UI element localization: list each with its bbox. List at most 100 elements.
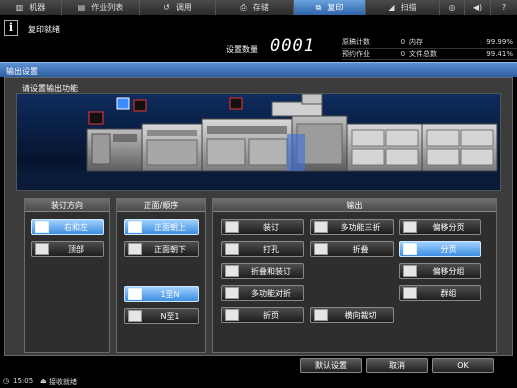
face-down-button[interactable]: 正面朝下 — [124, 241, 199, 257]
face-up-icon — [128, 221, 142, 233]
button-label: 偏移分组 — [432, 266, 465, 276]
clock-icon: ◷ — [3, 377, 10, 385]
button-label: N至1 — [160, 311, 180, 321]
button-label: 装订 — [263, 222, 279, 232]
counter-value: 99.99% — [460, 37, 517, 49]
offset-page-button[interactable]: 偏移分页 — [399, 219, 481, 235]
status-bar: ◷ 15:05 ⏏ 接收就绪 — [0, 375, 517, 388]
counter-table: 原稿计数 0 内存 99.99% 预约作业 0 文件总数 99.41% — [342, 37, 517, 60]
tab-label: 扫描 — [400, 3, 417, 12]
multi-trifold-button[interactable]: 多功能三折 — [310, 219, 394, 235]
button-label: 右和左 — [64, 222, 88, 232]
button-label: 多功能对折 — [251, 288, 291, 298]
trim-fold-button[interactable]: 折页 — [221, 307, 304, 323]
button-label: 顶部 — [68, 244, 84, 254]
counter-value: 99.41% — [460, 48, 517, 60]
info-icon: i — [4, 20, 18, 36]
counter-row: 预约作业 0 文件总数 99.41% — [342, 48, 517, 60]
tab-label: 存储 — [252, 3, 269, 12]
fold-staple-icon — [225, 265, 239, 277]
tab-copy[interactable]: ⧉ 复印 — [294, 0, 366, 15]
counter-label: 文件总数 — [409, 48, 461, 60]
job-list-icon: ▤ — [77, 3, 86, 12]
cross-cut-icon — [314, 309, 328, 321]
offset-group-icon — [403, 265, 417, 277]
trifold-icon — [314, 221, 328, 233]
offset-page-icon — [403, 221, 417, 233]
half-fold-icon — [225, 287, 239, 299]
status-area: i 复印就绪 设置数量 0001 原稿计数 0 内存 99.99% 预约作业 0… — [0, 15, 517, 62]
globe-button[interactable]: ◎ — [440, 0, 465, 15]
book-left-right-icon — [35, 221, 49, 233]
button-label: 折叠 — [352, 244, 369, 254]
help-button[interactable]: ? — [491, 0, 517, 15]
copies-label: 设置数量 — [226, 45, 258, 54]
trim-fold-icon — [225, 309, 239, 321]
order-n-to-1-button[interactable]: N至1 — [124, 308, 199, 324]
clock-time: 15:05 — [13, 377, 34, 385]
cross-cut-button[interactable]: 横向裁切 — [310, 307, 394, 323]
button-label: 正面朝上 — [154, 222, 186, 232]
globe-icon: ◎ — [448, 3, 456, 12]
tab-job-list[interactable]: ▤ 作业列表 — [62, 0, 140, 15]
receive-icon: ⏏ — [40, 377, 47, 385]
output-title: 输出 — [213, 199, 496, 212]
sort-button[interactable]: 分页 — [399, 241, 481, 257]
button-label: 打孔 — [263, 244, 279, 254]
punch-icon — [225, 243, 239, 255]
counter-label: 内存 — [409, 37, 461, 49]
order-1-to-n-icon — [128, 288, 142, 300]
binding-top-button[interactable]: 顶部 — [31, 241, 104, 257]
multi-half-fold-button[interactable]: 多功能对折 — [221, 285, 304, 301]
tab-recall[interactable]: ↺ 调用 — [140, 0, 216, 15]
face-down-icon — [128, 243, 142, 255]
tab-scan[interactable]: ◢ 扫描 — [366, 0, 440, 15]
order-1-to-n-button[interactable]: 1至N — [124, 286, 199, 302]
fold-icon — [314, 243, 328, 255]
counter-value: 0 — [393, 48, 410, 60]
button-label: 群组 — [440, 288, 457, 298]
section-title: 输出设置 — [6, 67, 38, 76]
counter-value: 0 — [393, 37, 410, 49]
copy-icon: ⧉ — [315, 2, 322, 12]
button-label: 折叠和装订 — [251, 266, 291, 276]
cancel-button[interactable]: 取消 — [366, 358, 428, 373]
face-up-button[interactable]: 正面朝上 — [124, 219, 199, 235]
fold-staple-button[interactable]: 折叠和装订 — [221, 263, 304, 279]
punch-button[interactable]: 打孔 — [221, 241, 304, 257]
status-message: 复印就绪 — [28, 25, 60, 34]
button-label: 折页 — [263, 310, 279, 320]
reception-status: 接收就绪 — [49, 378, 77, 386]
face-order-title: 正面/顺序 — [117, 199, 205, 212]
staple-icon — [225, 221, 239, 233]
store-icon: ⎙ — [240, 2, 247, 12]
ok-button[interactable]: OK — [432, 358, 494, 373]
machine-icon: ▥ — [15, 3, 24, 12]
binding-left-right-button[interactable]: 右和左 — [31, 219, 104, 235]
button-label: 分页 — [440, 244, 457, 254]
tab-label: 作业列表 — [91, 3, 124, 12]
machine-illustration — [16, 93, 501, 191]
group-icon — [403, 287, 417, 299]
volume-icon: ◀) — [472, 3, 483, 12]
tab-label: 机器 — [29, 3, 46, 12]
tab-store[interactable]: ⎙ 存储 — [216, 0, 294, 15]
section-header: 输出设置 — [0, 62, 517, 77]
binding-direction-title: 装订方向 — [25, 199, 109, 212]
group-button[interactable]: 群组 — [399, 285, 481, 301]
fold-button[interactable]: 折叠 — [310, 241, 394, 257]
counter-label: 预约作业 — [342, 48, 394, 60]
button-label: 1至N — [160, 289, 180, 299]
offset-group-button[interactable]: 偏移分组 — [399, 263, 481, 279]
button-label: 多功能三折 — [340, 222, 381, 232]
button-label: 横向裁切 — [344, 310, 377, 320]
tab-label: 调用 — [175, 3, 192, 12]
default-settings-button[interactable]: 默认设置 — [300, 358, 362, 373]
copies-count: 0001 — [270, 36, 315, 56]
staple-button[interactable]: 装订 — [221, 219, 304, 235]
machine-image — [17, 94, 500, 190]
scan-icon: ◢ — [388, 3, 395, 12]
volume-button[interactable]: ◀) — [465, 0, 491, 15]
recall-icon: ↺ — [163, 3, 170, 12]
tab-machine[interactable]: ▥ 机器 — [0, 0, 62, 15]
